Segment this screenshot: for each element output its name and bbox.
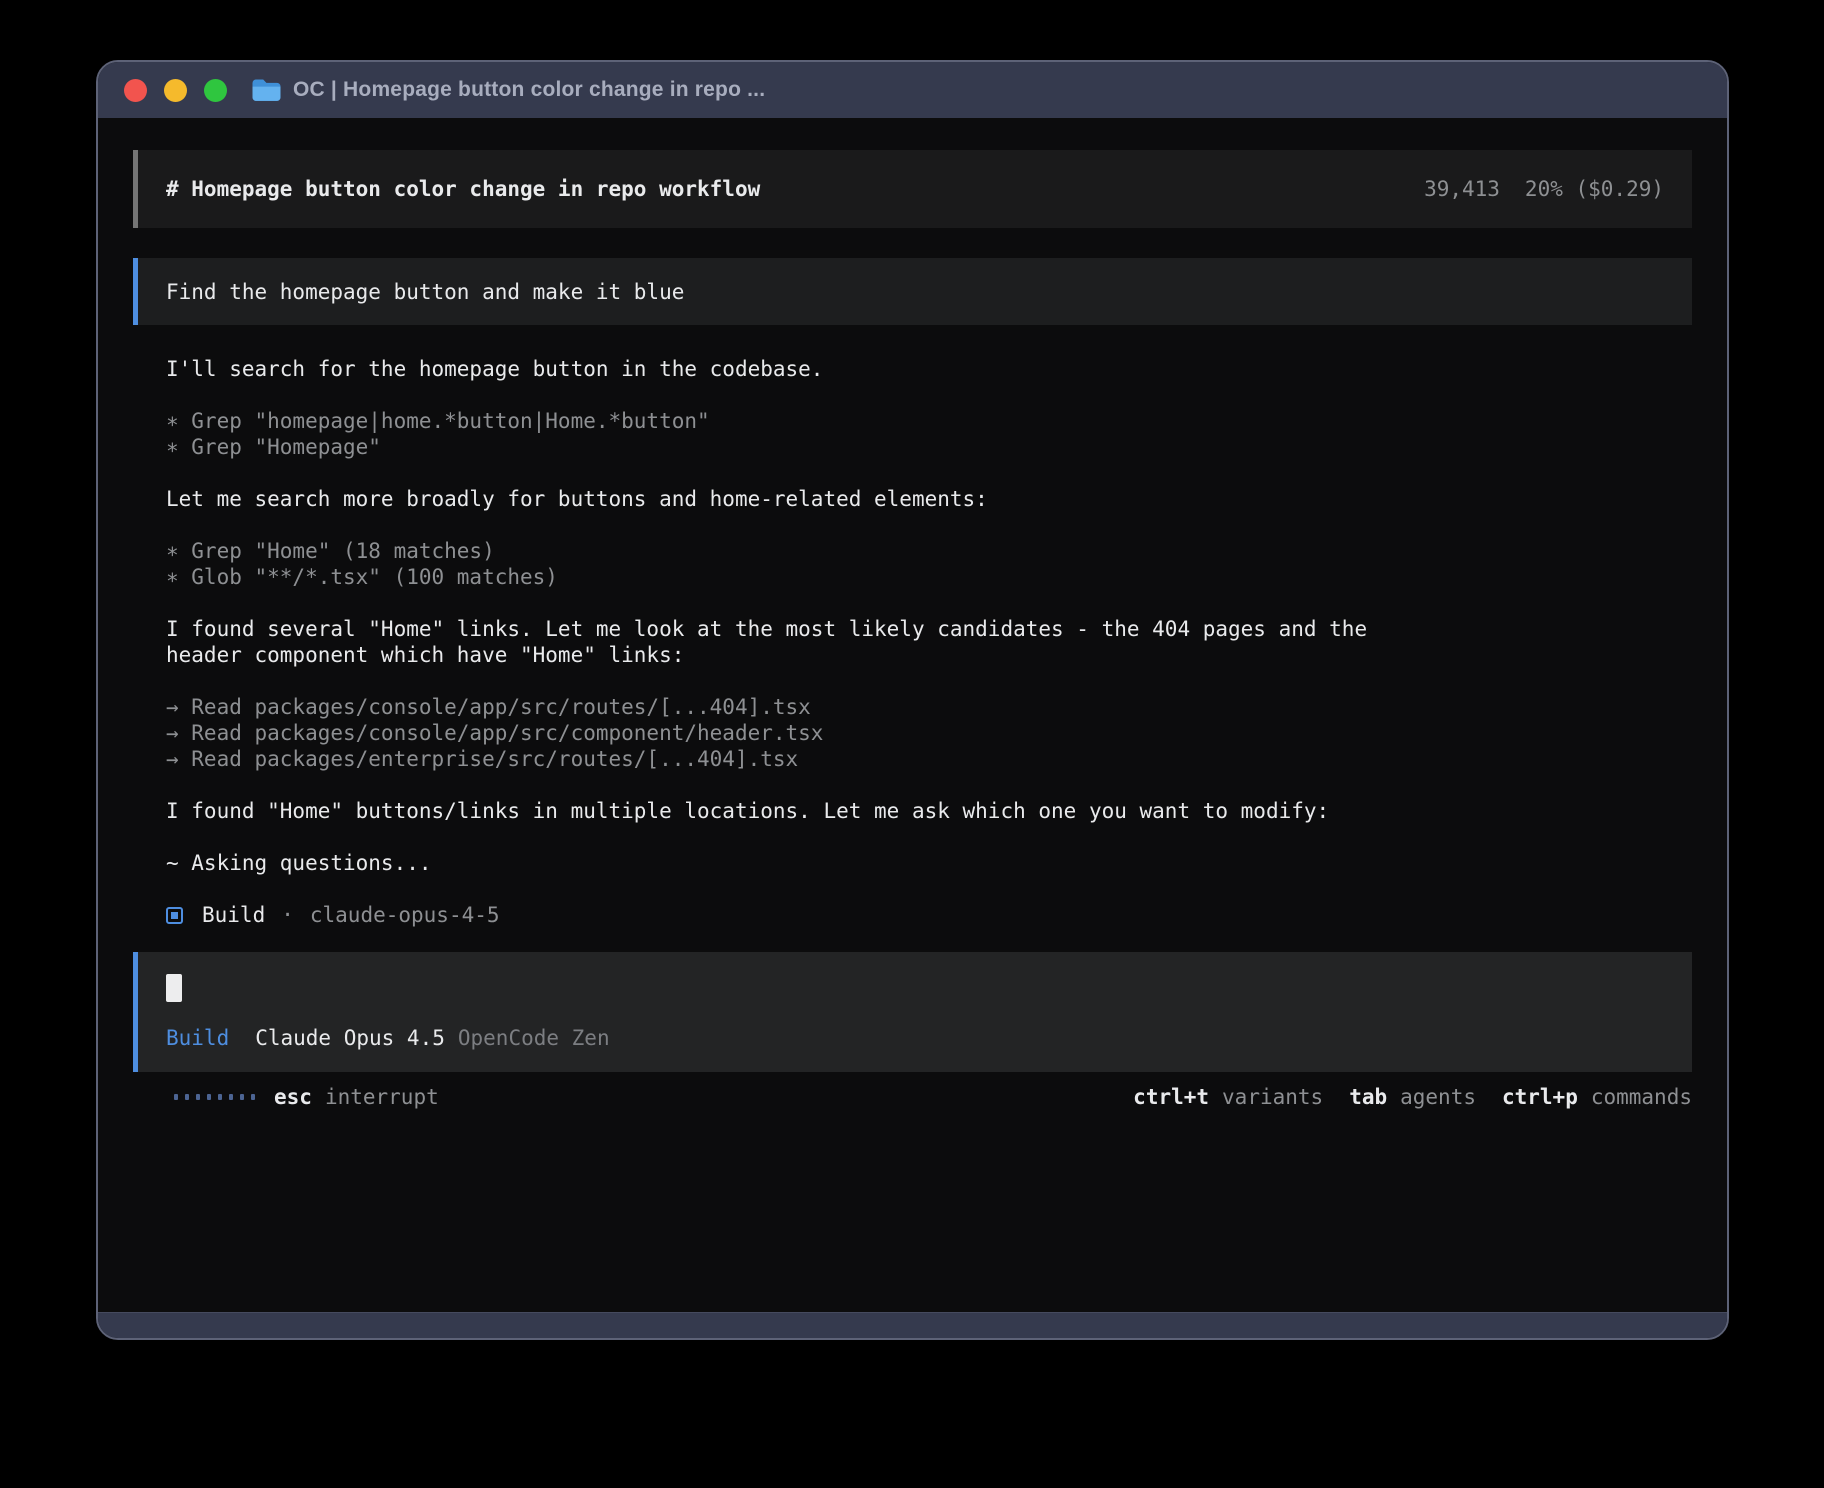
assistant-text-line: header component which have "Home" links…	[166, 642, 1692, 668]
minimize-window-button[interactable]	[164, 79, 187, 102]
terminal-window: OC | Homepage button color change in rep…	[96, 60, 1729, 1340]
terminal-content: # Homepage button color change in repo w…	[98, 118, 1727, 1312]
tool-call-glob: ∗ Glob "**/*.tsx" (100 matches)	[166, 564, 1692, 590]
session-header: # Homepage button color change in repo w…	[133, 150, 1692, 228]
assistant-text-line: Let me search more broadly for buttons a…	[166, 486, 1692, 512]
working-status: ~ Asking questions...	[166, 850, 1692, 876]
agent-model: claude-opus-4-5	[310, 902, 500, 928]
assistant-text-line: I'll search for the homepage button in t…	[166, 356, 1692, 382]
input-model-name[interactable]: Claude Opus 4.5	[255, 1026, 445, 1050]
window-footer	[98, 1312, 1727, 1338]
folder-icon	[251, 78, 281, 102]
context-usage: 20% ($0.29)	[1525, 177, 1664, 201]
assistant-text-line: I found several "Home" links. Let me loo…	[166, 616, 1692, 642]
agent-name: Build	[202, 902, 265, 928]
user-message-text: Find the homepage button and make it blu…	[166, 280, 684, 304]
tool-call-grep: ∗ Grep "homepage|home.*button|Home.*butt…	[166, 408, 1692, 434]
close-window-button[interactable]	[124, 79, 147, 102]
text-cursor	[166, 974, 182, 1002]
tool-call-grep: ∗ Grep "Homepage"	[166, 434, 1692, 460]
shortcut-variants[interactable]: ctrl+t variants	[1133, 1085, 1323, 1109]
tool-call-grep: ∗ Grep "Home" (18 matches)	[166, 538, 1692, 564]
activity-spinner	[174, 1094, 255, 1100]
status-bar: esc interrupt ctrl+t variants tab agents…	[133, 1084, 1692, 1110]
tool-call-read: → Read packages/console/app/src/componen…	[166, 720, 1692, 746]
input-meta: Build Claude Opus 4.5 OpenCode Zen	[166, 1026, 1664, 1050]
tool-call-read: → Read packages/console/app/src/routes/[…	[166, 694, 1692, 720]
window-title: OC | Homepage button color change in rep…	[293, 78, 765, 102]
shortcut-agents[interactable]: tab agents	[1349, 1085, 1476, 1109]
shortcut-commands[interactable]: ctrl+p commands	[1502, 1085, 1692, 1109]
session-stats: 39,413 20% ($0.29)	[1424, 177, 1664, 201]
zoom-window-button[interactable]	[204, 79, 227, 102]
agent-status-line: Build · claude-opus-4-5	[166, 902, 1692, 928]
agent-build-icon	[166, 907, 183, 924]
agent-separator: ·	[281, 902, 294, 928]
assistant-text-line: I found "Home" buttons/links in multiple…	[166, 798, 1692, 824]
session-title: # Homepage button color change in repo w…	[166, 177, 760, 201]
status-left: esc interrupt	[133, 1085, 439, 1109]
input-provider-name: OpenCode Zen	[458, 1026, 610, 1050]
window-titlebar[interactable]: OC | Homepage button color change in rep…	[98, 62, 1727, 118]
user-message: Find the homepage button and make it blu…	[133, 258, 1692, 325]
input-agent-badge[interactable]: Build	[166, 1026, 229, 1050]
conversation: I'll search for the homepage button in t…	[133, 356, 1692, 928]
traffic-lights	[124, 79, 227, 102]
token-count: 39,413	[1424, 177, 1500, 201]
prompt-input[interactable]: Build Claude Opus 4.5 OpenCode Zen	[133, 952, 1692, 1072]
shortcut-interrupt[interactable]: esc interrupt	[274, 1085, 439, 1109]
status-right: ctrl+t variants tab agents ctrl+p comman…	[1133, 1085, 1692, 1109]
tool-call-read: → Read packages/enterprise/src/routes/[.…	[166, 746, 1692, 772]
